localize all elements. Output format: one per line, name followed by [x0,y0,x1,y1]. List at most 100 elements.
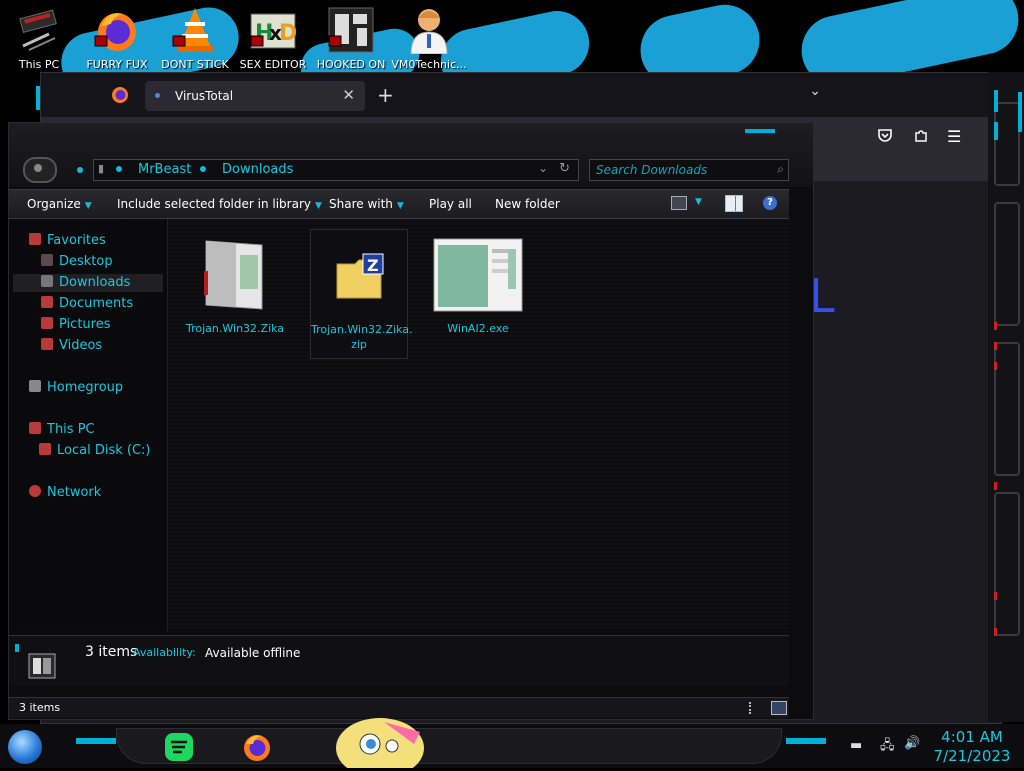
nav-pictures[interactable]: Pictures [41,317,110,332]
disk-icon [39,443,51,455]
nav-desktop[interactable]: Desktop [41,254,113,269]
address-bar[interactable]: ▮ MrBeast Downloads ⌄ ↻ [93,159,579,181]
desktop-icon-label: FURRY FUX [86,58,148,71]
file-name-line2: zip [351,338,367,351]
organize-label: Organize [27,197,81,211]
desktop-icon-hooked-on[interactable]: HOOKED ON [312,6,390,71]
file-name: Trojan.Win32.Zika [186,322,285,335]
file-list: Trojan.Win32.Zika Z Trojan.Win32.Zika. zi… [168,219,790,631]
nav-label: Videos [59,338,103,353]
command-bar: Organize ▼ Include selected folder in lib… [9,189,789,219]
close-tab-icon[interactable]: ✕ [342,86,355,104]
new-tab-icon[interactable]: + [377,83,394,107]
change-view-icon[interactable] [671,196,687,210]
nav-network[interactable]: Network [29,485,101,500]
tab-favicon-icon [155,93,160,98]
refresh-icon[interactable]: ↻ [559,161,570,176]
chevron-down-icon[interactable]: ⌄ [538,161,548,175]
nav-downloads[interactable]: Downloads [13,274,163,292]
frame-accent [745,129,775,133]
folder-icon [27,650,57,680]
chevron-down-icon[interactable]: ⌄ [809,83,821,99]
forward-dot-icon[interactable] [77,167,83,173]
new-folder-button[interactable]: New folder [495,197,560,211]
share-with-button[interactable]: Share with ▼ [329,197,404,211]
window-frame-decoration [988,72,1024,722]
file-item[interactable]: Trojan.Win32.Zika [186,235,285,336]
include-label: Include selected folder in library [117,197,311,211]
firefox-icon[interactable] [242,732,272,762]
network-icon [29,485,41,497]
system-clock[interactable]: 4:01 AM 7/21/2023 [930,728,1014,766]
folder-icon: ▮ [98,162,105,175]
nav-label: Documents [59,296,134,311]
downloads-icon [41,275,53,287]
browser-tab-bar: VirusTotal ✕ + ⌄ [41,73,1001,117]
file-item[interactable]: WinAI2.exe [430,235,526,336]
explorer-window[interactable]: ▮ MrBeast Downloads ⌄ ↻ ⌕ Organize▼ Incl… [8,122,814,720]
hxd-icon: HxD [249,6,297,54]
network-icon[interactable]: 🖧 [880,736,895,758]
application-icon [192,235,276,315]
large-icons-view-icon[interactable] [771,701,787,715]
breadcrumb-mrbeast[interactable]: MrBeast [138,162,191,177]
browser-tab[interactable]: VirusTotal ✕ [145,81,365,111]
include-in-library-button[interactable]: Include selected folder in library ▼ [117,197,322,211]
frame-accent [994,90,998,112]
details-view-icon[interactable] [749,702,755,714]
chevron-down-icon: ▼ [84,201,92,211]
taskbar-bay [116,728,782,764]
doctor-icon [405,6,453,55]
spotify-icon[interactable] [164,732,194,762]
extensions-icon[interactable] [913,127,929,147]
volume-icon[interactable]: 🔊 [904,736,920,751]
desktop-icon-dont-stick[interactable]: DONT STICK [156,6,234,71]
show-hidden-icons-icon[interactable]: ▬ [850,738,862,753]
menu-icon[interactable]: ☰ [947,127,961,146]
desktop-icon-label: VM0Technic... [391,58,467,71]
availability-value: Available offline [205,646,301,660]
breadcrumb-downloads[interactable]: Downloads [222,162,293,177]
status-bar: 3 items [9,697,789,718]
back-button[interactable] [23,157,57,183]
organize-button[interactable]: Organize ▼ [27,197,92,211]
desktop-icon-vm0technic[interactable]: VM0Technic... [390,6,468,71]
preview-pane-icon[interactable] [725,195,743,212]
desktop-icon-furry-fux[interactable]: FURRY FUX [78,6,156,71]
nav-this-pc[interactable]: This PC [29,422,95,437]
nav-homegroup[interactable]: Homegroup [29,380,123,395]
desktop-icon-this-pc[interactable]: This PC [0,6,78,71]
search-input[interactable] [594,162,768,178]
chevron-down-icon: ▼ [314,201,322,211]
taskbar: ▬ 🖧 🔊 4:01 AM 7/21/2023 [0,718,1024,771]
file-item[interactable]: Z Trojan.Win32.Zika. zip [310,229,413,359]
details-pane: 3 items Availability: Available offline [9,635,789,686]
start-button[interactable] [8,730,42,764]
zip-archive-icon: Z [317,236,401,316]
frame-accent [1018,92,1022,132]
pocket-icon[interactable] [877,127,893,147]
play-all-button[interactable]: Play all [429,197,472,211]
desktop-icon [41,254,53,266]
computer-icon [29,422,41,434]
svg-text:Z: Z [367,256,379,275]
pictures-icon [41,317,53,329]
search-icon: ⌕ [777,162,784,176]
cartoon-character-image [324,718,444,771]
availability-label: Availability: [133,646,196,659]
frame-accent [15,644,19,652]
firefox-icon[interactable] [111,85,129,103]
clock-time: 4:01 AM [941,728,1003,746]
taskbar-accent [786,738,826,744]
help-icon[interactable]: ? [763,196,777,210]
nav-favorites[interactable]: Favorites [29,233,106,248]
desktop-icon-label: HOOKED ON [316,58,386,71]
star-icon [29,233,41,245]
nav-label: Network [47,485,102,500]
nav-videos[interactable]: Videos [41,338,102,353]
search-box[interactable]: ⌕ [589,159,789,181]
nav-documents[interactable]: Documents [41,296,133,311]
chevron-down-icon[interactable]: ▼ [695,197,702,207]
nav-local-disk[interactable]: Local Disk (C:) [39,443,150,458]
desktop-icon-sex-editor[interactable]: HxD SEX EDITOR [234,6,312,71]
